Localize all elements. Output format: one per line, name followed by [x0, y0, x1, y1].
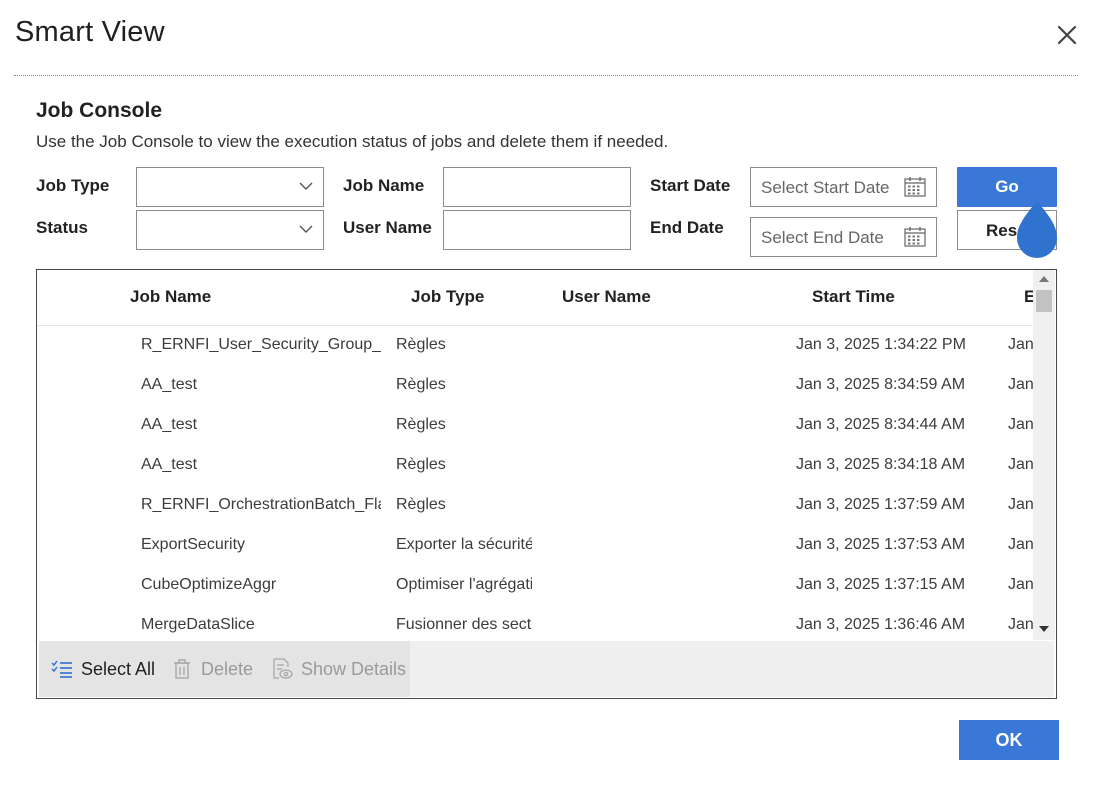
close-icon[interactable]	[1052, 20, 1082, 50]
start-time-cell: Jan 3, 2025 8:34:18 AM	[796, 456, 966, 473]
table-row[interactable]: R_ERNFI_User_Security_Group_Cre Règles J…	[37, 326, 1033, 366]
start-time-cell: Jan 3, 2025 1:37:53 AM	[796, 536, 966, 553]
start-time-cell: Jan 3, 2025 1:34:22 PM	[796, 336, 966, 353]
trash-icon	[174, 659, 190, 679]
table-body: R_ERNFI_User_Security_Group_Cre Règles J…	[37, 326, 1033, 641]
job-name-cell: ExportSecurity	[141, 536, 246, 553]
section-title: Job Console	[36, 99, 163, 122]
job-type-cell: Règles	[396, 456, 446, 473]
job-type-cell: Règles	[396, 376, 446, 393]
table-toolbar: Select All Delete Show Details	[39, 641, 1054, 697]
dialog-title: Smart View	[15, 16, 165, 48]
touch-indicator	[1017, 200, 1057, 258]
section-description: Use the Job Console to view the executio…	[36, 132, 669, 151]
column-header-job-name[interactable]: Job Name	[130, 287, 211, 307]
scrollbar-thumb[interactable]	[1036, 290, 1052, 312]
select-all-button[interactable]: Select All	[51, 641, 155, 697]
delete-button[interactable]: Delete	[171, 641, 253, 697]
start-time-cell: Jan 3, 2025 1:37:15 AM	[796, 576, 966, 593]
show-details-label: Show Details	[301, 658, 407, 679]
user-name-label: User Name	[343, 218, 432, 237]
scroll-up-icon[interactable]	[1039, 276, 1049, 282]
column-header-user-name[interactable]: User Name	[562, 287, 651, 307]
title-separator	[14, 75, 1078, 76]
end-time-cell: Jan	[1008, 376, 1033, 393]
column-header-start-time[interactable]: Start Time	[812, 287, 895, 307]
start-time-cell: Jan 3, 2025 8:34:44 AM	[796, 416, 966, 433]
table-row[interactable]: MergeDataSlice Fusionner des secte Jan 3…	[37, 606, 1033, 641]
select-all-icon	[51, 660, 72, 678]
vertical-scrollbar[interactable]	[1033, 270, 1055, 640]
job-type-cell: Règles	[396, 416, 446, 433]
start-date-picker[interactable]: Select Start Date	[750, 167, 937, 207]
start-time-cell: Jan 3, 2025 1:37:59 AM	[796, 496, 966, 513]
select-all-label: Select All	[81, 658, 156, 679]
status-label: Status	[36, 218, 88, 237]
job-type-cell: Exporter la sécurité	[396, 536, 532, 553]
job-type-cell: Règles	[396, 496, 446, 513]
job-name-label: Job Name	[343, 176, 425, 195]
chevron-down-icon	[299, 225, 313, 233]
end-date-picker[interactable]: Select End Date	[750, 217, 937, 257]
table-row[interactable]: AA_test Règles Jan 3, 2025 8:34:44 AM Ja…	[37, 406, 1033, 446]
table-row[interactable]: AA_test Règles Jan 3, 2025 8:34:59 AM Ja…	[37, 366, 1033, 406]
end-date-placeholder: Select End Date	[761, 228, 884, 247]
job-type-select[interactable]	[136, 167, 324, 207]
end-time-cell: Jan	[1008, 336, 1033, 353]
ok-button[interactable]: OK	[959, 720, 1059, 760]
show-details-icon	[273, 658, 293, 679]
user-name-input[interactable]	[443, 210, 631, 250]
calendar-icon[interactable]	[904, 227, 926, 247]
job-type-cell: Fusionner des secte	[396, 616, 532, 633]
status-select[interactable]	[136, 210, 324, 250]
chevron-down-icon	[299, 182, 313, 190]
job-name-input[interactable]	[443, 167, 631, 207]
table-row[interactable]: ExportSecurity Exporter la sécurité Jan …	[37, 526, 1033, 566]
job-type-cell: Optimiser l'agrégati	[396, 576, 532, 593]
start-time-cell: Jan 3, 2025 1:36:46 AM	[796, 616, 966, 633]
job-name-cell: R_ERNFI_OrchestrationBatch_Flag	[141, 496, 381, 513]
job-name-cell: MergeDataSlice	[141, 616, 255, 633]
table-row[interactable]: CubeOptimizeAggr Optimiser l'agrégati Ja…	[37, 566, 1033, 606]
end-date-label: End Date	[650, 218, 724, 237]
end-time-cell: Jan	[1008, 416, 1033, 433]
table-row[interactable]: AA_test Règles Jan 3, 2025 8:34:18 AM Ja…	[37, 446, 1033, 486]
show-details-button[interactable]: Show Details	[271, 641, 406, 697]
job-name-cell: AA_test	[141, 416, 198, 433]
column-header-job-type[interactable]: Job Type	[411, 287, 484, 307]
delete-label: Delete	[201, 658, 254, 679]
end-time-cell: Jan	[1008, 536, 1033, 553]
table-header: Job Name Job Type User Name Start Time E	[37, 270, 1035, 326]
end-time-cell: Jan	[1008, 456, 1033, 473]
toolbar-actions: Select All Delete Show Details	[39, 641, 410, 697]
start-date-placeholder: Select Start Date	[761, 178, 890, 197]
job-name-cell: AA_test	[141, 456, 198, 473]
end-time-cell: Jan	[1008, 616, 1033, 633]
job-type-cell: Règles	[396, 336, 446, 353]
end-time-cell: Jan	[1008, 496, 1033, 513]
job-name-cell: AA_test	[141, 376, 198, 393]
start-date-label: Start Date	[650, 176, 731, 195]
job-name-cell: CubeOptimizeAggr	[141, 576, 277, 593]
start-time-cell: Jan 3, 2025 8:34:59 AM	[796, 376, 966, 393]
job-type-label: Job Type	[36, 176, 110, 195]
table-row[interactable]: R_ERNFI_OrchestrationBatch_Flag Règles J…	[37, 486, 1033, 526]
scroll-down-icon[interactable]	[1039, 626, 1049, 632]
jobs-table: Job Name Job Type User Name Start Time E…	[36, 269, 1057, 699]
calendar-icon[interactable]	[904, 177, 926, 197]
job-name-cell: R_ERNFI_User_Security_Group_Cre	[141, 336, 381, 353]
end-time-cell: Jan	[1008, 576, 1033, 593]
